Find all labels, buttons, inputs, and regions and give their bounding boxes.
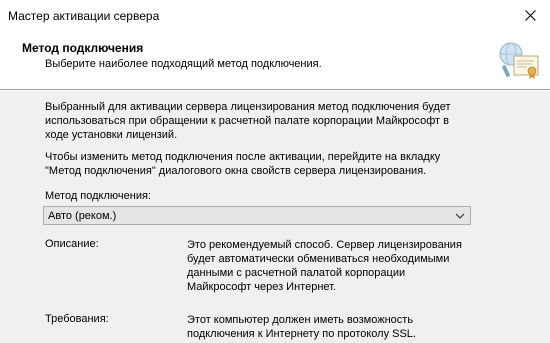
connection-method-label: Метод подключения: [45, 190, 151, 202]
close-icon [524, 10, 536, 21]
wizard-header: Метод подключения Выберите наиболее подх… [0, 31, 550, 89]
header-subtitle: Выберите наиболее подходящий метод подкл… [45, 58, 322, 70]
change-method-paragraph: Чтобы изменить метод подключения после а… [45, 151, 441, 177]
description-text: Это рекомендуемый способ. Сервер лицензи… [187, 239, 462, 293]
close-button[interactable] [510, 0, 550, 31]
connection-method-select[interactable]: Авто (реком.) [43, 206, 471, 225]
requirements-label: Требования: [45, 313, 109, 325]
header-divider-highlight [0, 90, 550, 91]
requirements-text: Этот компьютер должен иметь возможность … [187, 314, 416, 340]
title-bar: Мастер активации сервера [0, 0, 550, 31]
connection-method-value: Авто (реком.) [48, 210, 117, 222]
intro-paragraph: Выбранный для активации сервера лицензир… [45, 101, 451, 141]
description-label: Описание: [45, 238, 99, 250]
header-title: Метод подключения [22, 41, 144, 55]
certificate-icon [499, 42, 539, 79]
window-title: Мастер активации сервера [8, 9, 160, 23]
chevron-down-icon [455, 213, 465, 219]
